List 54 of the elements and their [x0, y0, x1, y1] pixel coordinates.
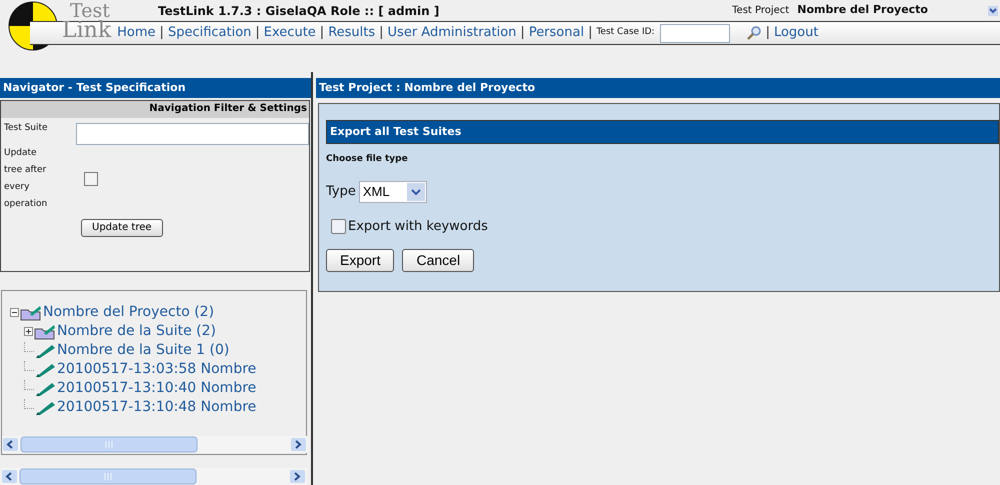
nav-link[interactable]: Home — [117, 23, 156, 43]
section-label: Choose file type — [326, 153, 409, 166]
nav-link[interactable]: Execute — [264, 23, 316, 43]
test-suite-field[interactable] — [76, 123, 309, 145]
nav-link[interactable]: Specification — [168, 23, 252, 43]
separator: | — [255, 24, 260, 42]
folder-icon — [20, 304, 42, 320]
type-select[interactable]: XML — [358, 180, 427, 202]
nav-link[interactable]: Personal — [528, 23, 584, 43]
separator: | — [379, 24, 384, 42]
dropdown-icon — [988, 6, 998, 16]
checkbox[interactable] — [84, 172, 98, 186]
app-title: TestLink 1.7.3 : GiselaQA Role :: [ admin ] — [158, 2, 440, 20]
checkbox[interactable] — [331, 218, 346, 234]
pen-icon — [34, 342, 56, 358]
expand-icon[interactable] — [24, 327, 33, 336]
filter-title: Navigation Filter & Settings — [1, 101, 309, 118]
separator: | — [766, 24, 770, 42]
tree-item[interactable]: Nombre del Proyecto (2) — [43, 303, 214, 322]
separator: | — [160, 24, 164, 42]
tree-item[interactable]: Nombre de la Suite 1 (0) — [57, 341, 230, 360]
separator: | — [320, 24, 324, 42]
action-button[interactable]: Export — [326, 249, 394, 272]
folder-icon — [34, 324, 56, 340]
pen-icon — [34, 400, 56, 416]
pen-icon — [34, 380, 56, 396]
tree-item[interactable]: 20100517-13:10:48 Nombre — [57, 398, 256, 417]
collapse-icon[interactable] — [10, 308, 19, 317]
separator: | — [520, 24, 525, 42]
field-label: Test Suite — [4, 122, 49, 135]
separator: | — [588, 24, 592, 42]
action-button[interactable]: Cancel — [402, 249, 474, 272]
nav-link[interactable]: Logout — [774, 23, 818, 43]
nav-link[interactable]: User Administration — [388, 23, 516, 43]
tree-item[interactable]: 20100517-13:10:40 Nombre — [57, 379, 256, 398]
search-icon — [746, 26, 762, 40]
logo-text: Test — [70, 0, 110, 20]
tree-item[interactable]: Nombre de la Suite (2) — [57, 322, 216, 341]
page-title: Test Project : Nombre del Proyecto — [316, 78, 1000, 98]
logo-text: Link — [62, 20, 112, 42]
field-label: Update tree after every operation — [4, 147, 48, 211]
tree-item[interactable]: 20100517-13:03:58 Nombre — [57, 360, 256, 379]
caret-icon — [406, 182, 425, 200]
checkbox-label: Export with keywords — [348, 218, 488, 236]
field-label: Test Case ID: — [596, 26, 655, 40]
project-label: Test Project — [732, 4, 790, 18]
pen-icon — [34, 362, 56, 378]
field-label: Type — [326, 182, 356, 201]
panel-title: Navigator - Test Specification — [0, 78, 311, 98]
section-title: Export all Test Suites — [326, 120, 999, 144]
update-tree-button[interactable]: Update tree — [81, 218, 163, 236]
test-case-id-field[interactable] — [660, 24, 730, 42]
project-name: Nombre del Proyecto — [797, 2, 928, 18]
nav-link[interactable]: Results — [328, 23, 376, 43]
